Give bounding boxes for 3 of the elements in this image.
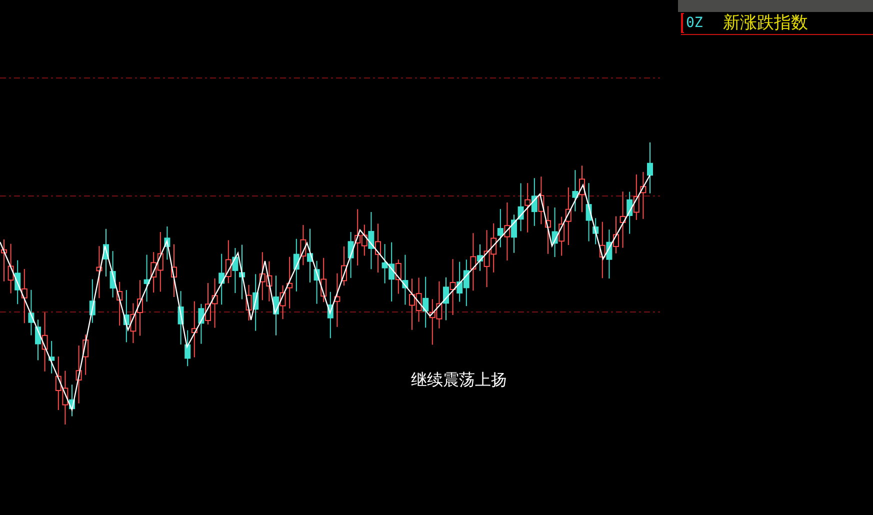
indicator-title: 新涨跌指数: [722, 12, 808, 34]
indicator-code: 0Z: [686, 14, 703, 32]
annotation-text: 继续震荡上扬: [411, 371, 507, 391]
